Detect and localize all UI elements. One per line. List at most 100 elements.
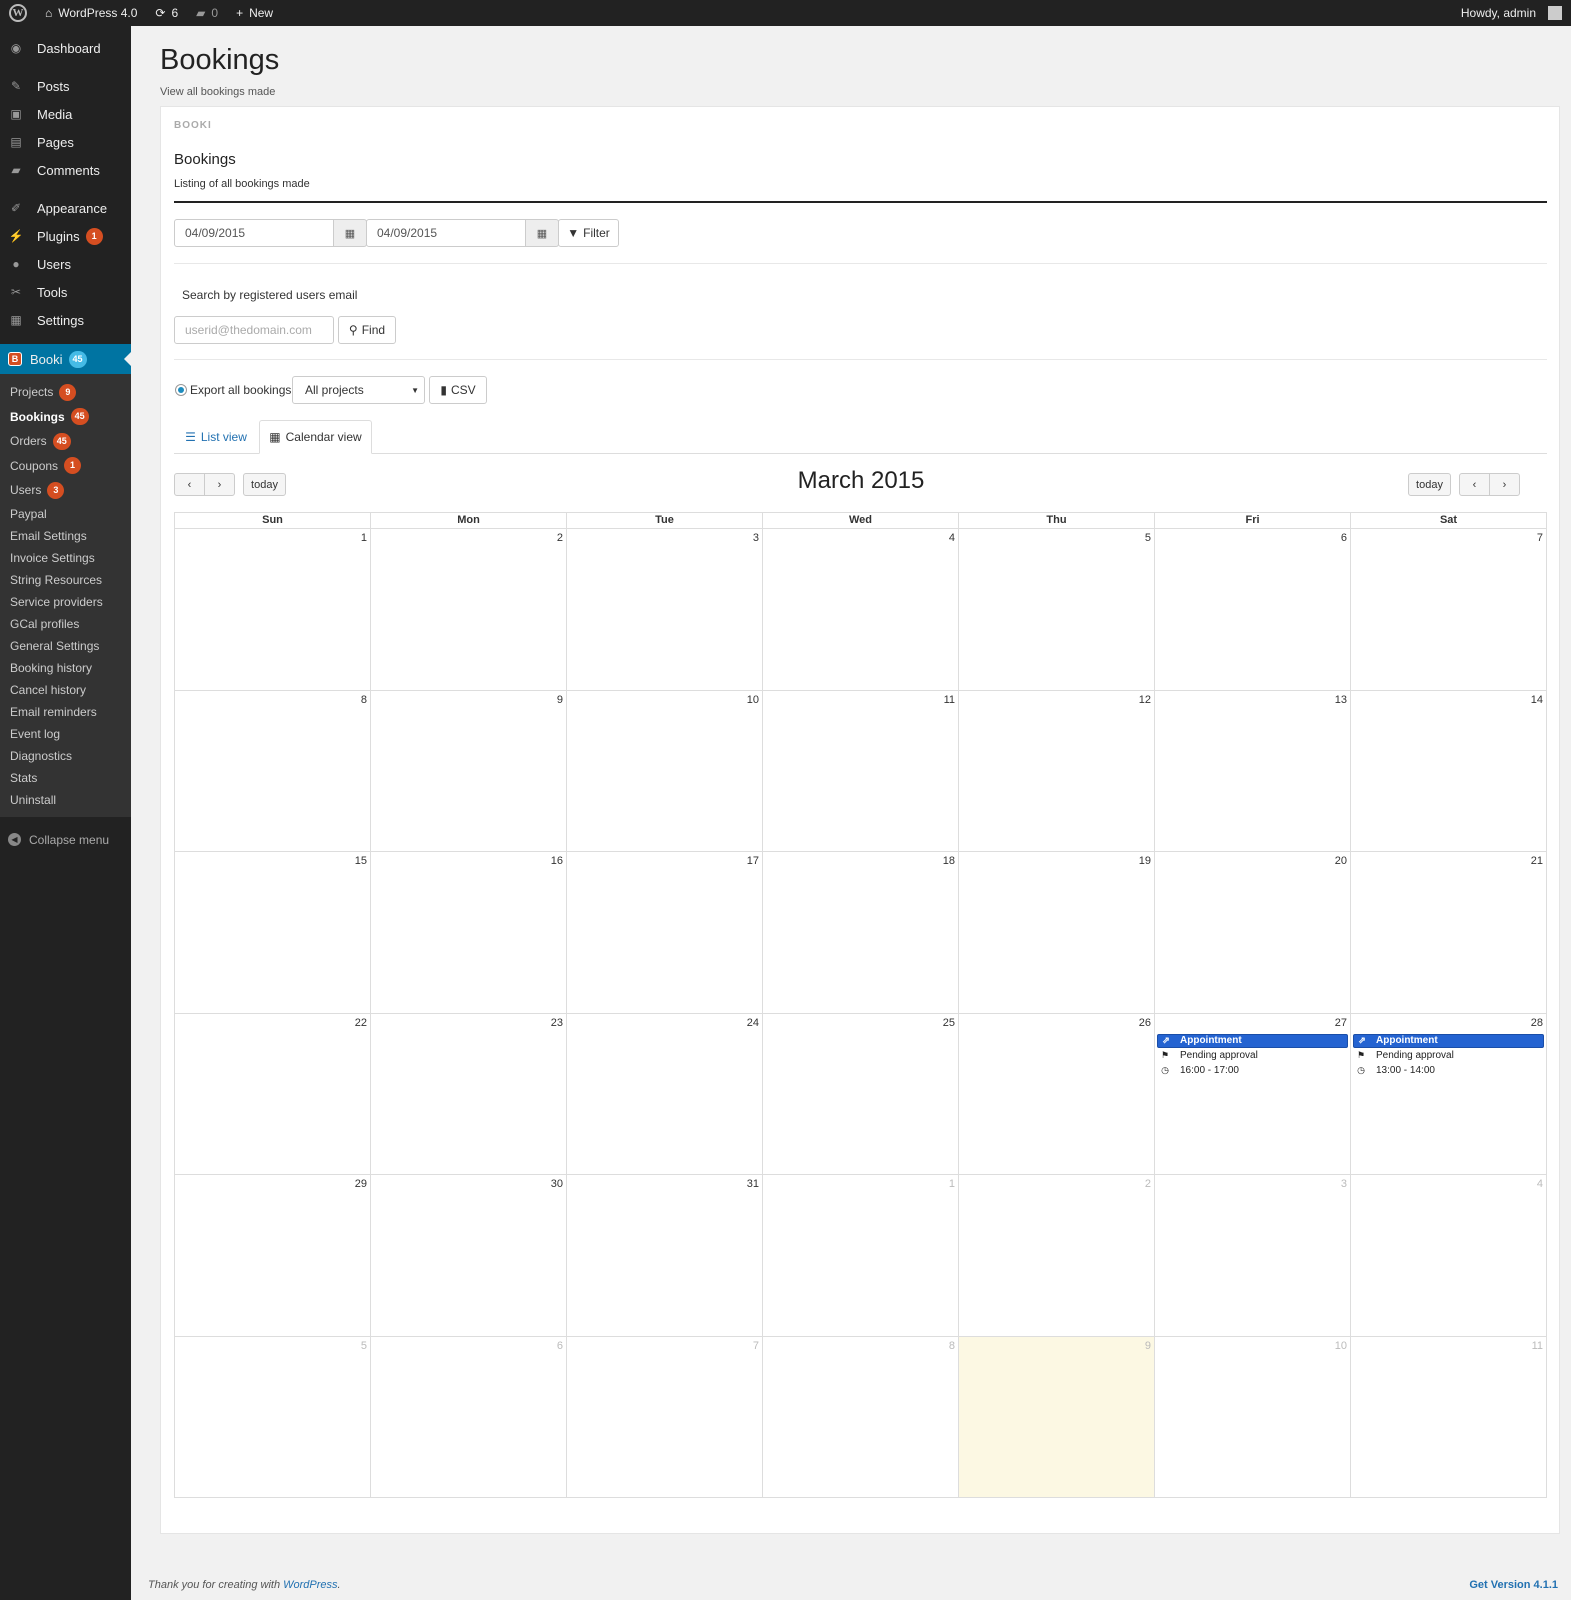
day-cell[interactable]: 8 — [763, 1336, 959, 1498]
submenu-email-reminders[interactable]: Email reminders — [0, 701, 131, 723]
calendar-icon[interactable]: ▦ — [526, 219, 559, 247]
submenu-stats[interactable]: Stats — [0, 767, 131, 789]
day-cell[interactable]: 3 — [567, 529, 763, 691]
calendar-icon[interactable]: ▦ — [334, 219, 367, 247]
day-cell[interactable]: 8 — [175, 690, 371, 852]
submenu-gcal-profiles[interactable]: GCal profiles — [0, 613, 131, 635]
csv-button[interactable]: ▮ CSV — [429, 376, 487, 404]
submenu-invoice-settings[interactable]: Invoice Settings — [0, 547, 131, 569]
menu-dashboard[interactable]: ◉ Dashboard — [0, 34, 131, 62]
event-title-bar[interactable]: ⇗ Appointment — [1157, 1033, 1348, 1048]
submenu-email-settings[interactable]: Email Settings — [0, 525, 131, 547]
submenu-projects[interactable]: Projects 9 — [0, 380, 131, 405]
menu-comments[interactable]: ▰ Comments — [0, 156, 131, 184]
submenu-orders[interactable]: Orders 45 — [0, 429, 131, 454]
calendar-event[interactable]: ⇗ Appointment ⚑ Pending approval ◷ 16:00 - 17… — [1157, 1033, 1348, 1078]
day-cell[interactable]: 4 — [1351, 1175, 1547, 1337]
day-cell[interactable]: 31 — [567, 1175, 763, 1337]
scrollbar[interactable] — [1560, 26, 1571, 1600]
day-cell[interactable]: 27 ⇗ Appointment ⚑ Pending approval ◷ 16:00 - … — [1155, 1013, 1351, 1175]
my-account-link[interactable]: Howdy, admin — [1452, 0, 1571, 26]
submenu-diagnostics[interactable]: Diagnostics — [0, 745, 131, 767]
menu-pages[interactable]: ▤ Pages — [0, 128, 131, 156]
day-cell[interactable]: 26 — [959, 1013, 1155, 1175]
submenu-string-resources[interactable]: String Resources — [0, 569, 131, 591]
day-cell[interactable]: 12 — [959, 690, 1155, 852]
day-cell[interactable]: 29 — [175, 1175, 371, 1337]
day-cell[interactable]: 7 — [567, 1336, 763, 1498]
day-cell[interactable]: 11 — [1351, 1336, 1547, 1498]
day-cell[interactable]: 5 — [959, 529, 1155, 691]
day-cell[interactable]: 25 — [763, 1013, 959, 1175]
get-version-link[interactable]: Get Version 4.1.1 — [1469, 1579, 1558, 1591]
new-content-link[interactable]: + New — [227, 0, 282, 26]
date-to-input[interactable]: 04/09/2015 — [366, 219, 526, 247]
day-cell[interactable]: 5 — [175, 1336, 371, 1498]
email-search-input[interactable]: userid@thedomain.com — [174, 316, 334, 344]
collapse-menu-button[interactable]: ◀ Collapse menu — [0, 825, 131, 855]
next-month-button-right[interactable]: › — [1489, 473, 1520, 496]
site-name-link[interactable]: ⌂ WordPress 4.0 — [36, 0, 146, 26]
day-cell[interactable]: 19 — [959, 852, 1155, 1014]
submenu-service-providers[interactable]: Service providers — [0, 591, 131, 613]
day-cell[interactable]: 3 — [1155, 1175, 1351, 1337]
today-button-right[interactable]: today — [1408, 473, 1451, 496]
submenu-booking-history[interactable]: Booking history — [0, 657, 131, 679]
filter-button[interactable]: ▼ Filter — [558, 219, 619, 247]
project-select[interactable]: All projects ▼ — [292, 376, 425, 404]
prev-month-button-right[interactable]: ‹ — [1459, 473, 1490, 496]
day-cell[interactable]: 28 ⇗ Appointment ⚑ Pending approval ◷ 13:00 - … — [1351, 1013, 1547, 1175]
menu-appearance[interactable]: ✐ Appearance — [0, 194, 131, 222]
day-cell[interactable]: 1 — [763, 1175, 959, 1337]
day-cell[interactable]: 1 — [175, 529, 371, 691]
submenu-users[interactable]: Users 3 — [0, 478, 131, 503]
date-from-input[interactable]: 04/09/2015 — [174, 219, 334, 247]
day-cell[interactable]: 2 — [959, 1175, 1155, 1337]
day-cell[interactable]: 22 — [175, 1013, 371, 1175]
day-cell[interactable]: 11 — [763, 690, 959, 852]
calendar-event[interactable]: ⇗ Appointment ⚑ Pending approval ◷ 13:00 - 14… — [1353, 1033, 1544, 1078]
day-cell[interactable]: 18 — [763, 852, 959, 1014]
day-cell[interactable]: 13 — [1155, 690, 1351, 852]
submenu-event-log[interactable]: Event log — [0, 723, 131, 745]
day-cell[interactable]: 7 — [1351, 529, 1547, 691]
submenu-general-settings[interactable]: General Settings — [0, 635, 131, 657]
day-cell[interactable]: 16 — [371, 852, 567, 1014]
day-cell[interactable]: 21 — [1351, 852, 1547, 1014]
submenu-bookings[interactable]: Bookings 45 — [0, 405, 131, 430]
menu-plugins[interactable]: ⚡ Plugins 1 — [0, 222, 131, 250]
day-cell[interactable]: 15 — [175, 852, 371, 1014]
wp-logo-menu[interactable]: W — [0, 0, 36, 26]
updates-link[interactable]: ⟳ 6 — [146, 0, 187, 26]
event-title-bar[interactable]: ⇗ Appointment — [1353, 1033, 1544, 1048]
tab-calendar-view[interactable]: ▦ Calendar view — [259, 420, 372, 454]
day-cell[interactable]: 10 — [1155, 1336, 1351, 1498]
comments-link[interactable]: ▰ 0 — [187, 0, 227, 26]
day-cell[interactable]: 9 — [959, 1336, 1155, 1498]
day-cell[interactable]: 23 — [371, 1013, 567, 1175]
day-cell[interactable]: 2 — [371, 529, 567, 691]
tab-list-view[interactable]: ☰ List view — [174, 420, 258, 454]
menu-users[interactable]: ● Users — [0, 250, 131, 278]
day-cell[interactable]: 20 — [1155, 852, 1351, 1014]
menu-media[interactable]: ▣ Media — [0, 100, 131, 128]
menu-posts[interactable]: ✎ Posts — [0, 72, 131, 100]
menu-tools[interactable]: ✂ Tools — [0, 278, 131, 306]
day-cell[interactable]: 6 — [1155, 529, 1351, 691]
export-radio[interactable] — [175, 384, 187, 396]
menu-booki[interactable]: B Booki 45 — [0, 344, 131, 374]
day-cell[interactable]: 30 — [371, 1175, 567, 1337]
submenu-uninstall[interactable]: Uninstall — [0, 789, 131, 811]
day-cell[interactable]: 4 — [763, 529, 959, 691]
submenu-coupons[interactable]: Coupons 1 — [0, 454, 131, 479]
day-cell[interactable]: 6 — [371, 1336, 567, 1498]
submenu-paypal[interactable]: Paypal — [0, 503, 131, 525]
day-cell[interactable]: 17 — [567, 852, 763, 1014]
submenu-cancel-history[interactable]: Cancel history — [0, 679, 131, 701]
wordpress-link[interactable]: WordPress — [283, 1579, 337, 1591]
day-cell[interactable]: 24 — [567, 1013, 763, 1175]
day-cell[interactable]: 14 — [1351, 690, 1547, 852]
day-cell[interactable]: 10 — [567, 690, 763, 852]
day-cell[interactable]: 9 — [371, 690, 567, 852]
menu-settings[interactable]: ▦ Settings — [0, 306, 131, 334]
